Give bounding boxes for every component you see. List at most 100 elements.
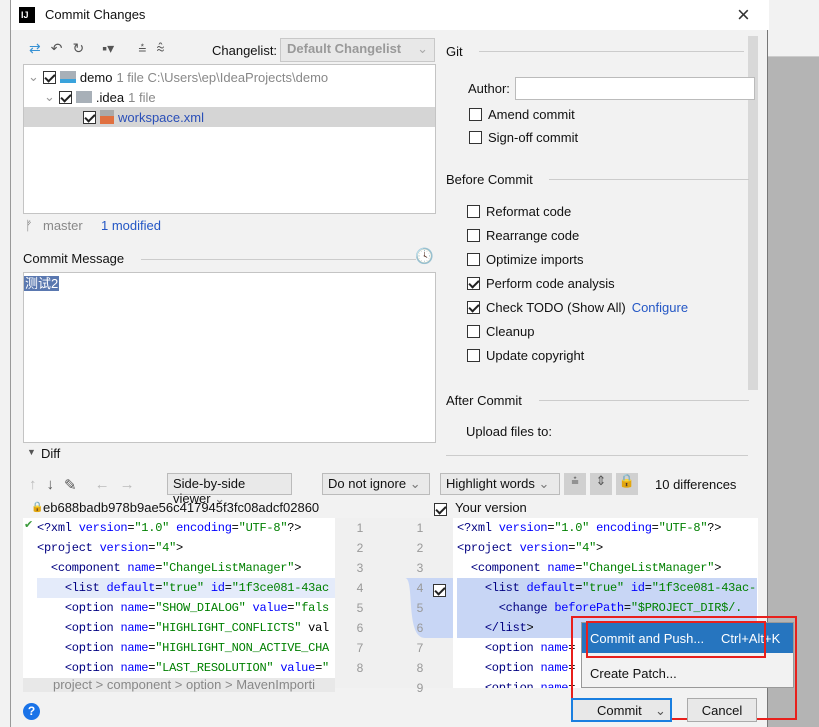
before-commit-option[interactable]: Perform code analysis — [467, 273, 615, 293]
modified-link[interactable]: 1 modified — [101, 218, 161, 233]
checkbox[interactable] — [467, 300, 480, 314]
background-window — [0, 0, 10, 727]
chevron-down-icon[interactable]: ⌄ — [28, 69, 39, 85]
diff-toolbar: ↑ ↓ ✎ ← → — [29, 476, 135, 494]
diff-header[interactable]: Diff — [41, 446, 60, 461]
group-by-icon[interactable]: ▪▾ — [102, 40, 114, 57]
cancel-label: Cancel — [701, 703, 743, 718]
signoff-commit-checkbox[interactable]: Sign-off commit — [469, 127, 578, 147]
before-commit-option[interactable]: Reformat code — [467, 201, 571, 221]
checkbox[interactable] — [467, 228, 480, 242]
viewer-dropdown[interactable]: Side-by-side viewer ⌄ — [167, 473, 292, 506]
line-number: 2 — [356, 541, 364, 555]
after-commit-header: After Commit — [446, 393, 522, 408]
refresh-icon[interactable]: ↻ — [72, 40, 84, 57]
checkbox-workspace[interactable] — [83, 110, 96, 124]
code-line: <list default="true" id="1f3ce081-43ac — [64, 581, 330, 595]
option-label: Optimize imports — [486, 251, 584, 267]
configure-link[interactable]: Configure — [632, 300, 688, 315]
back-icon[interactable]: ← — [95, 476, 110, 494]
diff-toggle-icon[interactable]: ▼ — [27, 447, 36, 457]
collapse-all-icon[interactable]: ⩯ — [156, 40, 164, 57]
before-commit-option[interactable]: Optimize imports — [467, 249, 584, 269]
line-number: 4 — [356, 581, 364, 595]
before-commit-option[interactable]: Cleanup — [467, 321, 534, 341]
code-line: <option name="SHOW_DIALOG" value="fals — [64, 601, 330, 615]
highlight-dropdown[interactable]: Highlight words ⌄ — [440, 473, 560, 495]
changes-toolbar: ⇄ ↶ ↻ ▪▾ ⩮ ⩯ — [29, 40, 165, 57]
checkbox[interactable] — [467, 324, 480, 338]
ignore-value: Do not ignore — [328, 476, 407, 491]
next-diff-icon[interactable]: ↓ — [47, 476, 55, 494]
code-line: <project version="4"> — [457, 541, 603, 555]
line-number: 9 — [416, 681, 424, 695]
before-commit-option[interactable]: Check TODO (Show All) Configure — [467, 297, 688, 317]
include-change-checkbox[interactable] — [433, 584, 446, 598]
forward-icon[interactable]: → — [120, 476, 135, 494]
chevron-down-icon: ⌄ — [538, 476, 550, 491]
lock-icon[interactable]: 🔒 — [616, 473, 638, 495]
expand-all-icon[interactable]: ⩮ — [138, 40, 146, 57]
code-line: <?xml version="1.0" encoding="UTF-8"?> — [37, 521, 302, 535]
check-icon: ✔ — [24, 519, 34, 531]
checkbox[interactable] — [469, 130, 482, 144]
before-commit-option[interactable]: Rearrange code — [467, 225, 579, 245]
divider — [446, 455, 748, 456]
checkbox[interactable] — [467, 276, 480, 290]
checkbox[interactable] — [467, 204, 480, 218]
option-label: Perform code analysis — [486, 275, 615, 291]
chevron-down-icon[interactable]: ⌄ — [655, 703, 666, 719]
tree-node-idea[interactable]: ⌄ .idea 1 file — [44, 87, 156, 107]
before-commit-option[interactable]: Update copyright — [467, 345, 584, 365]
divider — [549, 179, 749, 180]
changelist-dropdown[interactable]: Default Changelist ⌄ — [280, 38, 435, 62]
sync-scroll-icon[interactable]: ⇕ — [590, 473, 612, 495]
tree-node-demo[interactable]: ⌄ demo 1 file C:\Users\ep\IdeaProjects\d… — [24, 67, 435, 87]
show-diff-icon[interactable]: ⇄ — [29, 40, 41, 57]
left-editor[interactable]: <?xml version="1.0" encoding="UTF-8"?> <p… — [23, 518, 335, 688]
diff-gutter: 1 2 3 4 5 6 7 8 1 2 3 4 5 6 7 8 9 — [335, 518, 453, 695]
help-button[interactable]: ? — [23, 703, 40, 720]
right-title: Your version — [455, 500, 527, 515]
background-toolbar — [768, 0, 819, 57]
code-line: <component name="ChangeListManager"> — [50, 561, 302, 575]
checkbox[interactable] — [469, 107, 482, 121]
edit-icon[interactable]: ✎ — [64, 476, 77, 494]
collapse-unchanged-icon[interactable]: ⩮ — [564, 473, 586, 495]
cancel-button[interactable]: Cancel — [687, 698, 757, 722]
checkbox-demo[interactable] — [42, 70, 56, 84]
line-number: 2 — [416, 541, 424, 555]
line-number: 1 — [416, 521, 424, 535]
code-line: <change beforePath="$PROJECT_DIR$/. — [498, 601, 743, 615]
line-number: 6 — [356, 621, 364, 635]
option-label: Reformat code — [486, 203, 572, 219]
commit-label: Commit — [597, 703, 642, 718]
option-label: Rearrange code — [486, 227, 580, 243]
ignore-dropdown[interactable]: Do not ignore ⌄ — [322, 473, 430, 495]
commit-message-input[interactable]: 测试2 — [23, 272, 436, 443]
tree-node-meta: 1 file — [128, 89, 156, 105]
lock-icon: 🔒 — [31, 502, 44, 513]
author-input[interactable] — [515, 77, 755, 100]
tree-node-name: workspace.xml — [118, 109, 204, 125]
checkbox-idea[interactable] — [58, 90, 72, 104]
chevron-down-icon: ⌄ — [409, 476, 421, 491]
line-number: 6 — [416, 621, 424, 635]
checkbox[interactable] — [467, 252, 480, 266]
breadcrumb[interactable]: project > component > option > MavenImpo… — [23, 678, 335, 692]
tree-node-meta: 1 file C:\Users\ep\IdeaProjects\demo — [116, 69, 329, 85]
tree-node-workspace-xml[interactable]: workspace.xml — [24, 107, 435, 127]
close-icon[interactable]: × — [737, 2, 750, 28]
your-version-checkbox[interactable] — [434, 503, 447, 517]
option-label: Amend commit — [488, 106, 575, 122]
line-number: 5 — [356, 601, 364, 615]
rollback-icon[interactable]: ↶ — [51, 40, 63, 57]
commit-button[interactable]: Commit ⌄ — [571, 698, 672, 722]
chevron-down-icon[interactable]: ⌄ — [44, 89, 55, 105]
xml-file-icon — [100, 110, 114, 124]
checkbox[interactable] — [467, 348, 480, 362]
previous-diff-icon[interactable]: ↑ — [29, 476, 37, 494]
history-icon[interactable]: 🕓 — [415, 247, 434, 265]
amend-commit-checkbox[interactable]: Amend commit — [469, 104, 575, 124]
code-line: <component name="ChangeListManager"> — [470, 561, 722, 575]
